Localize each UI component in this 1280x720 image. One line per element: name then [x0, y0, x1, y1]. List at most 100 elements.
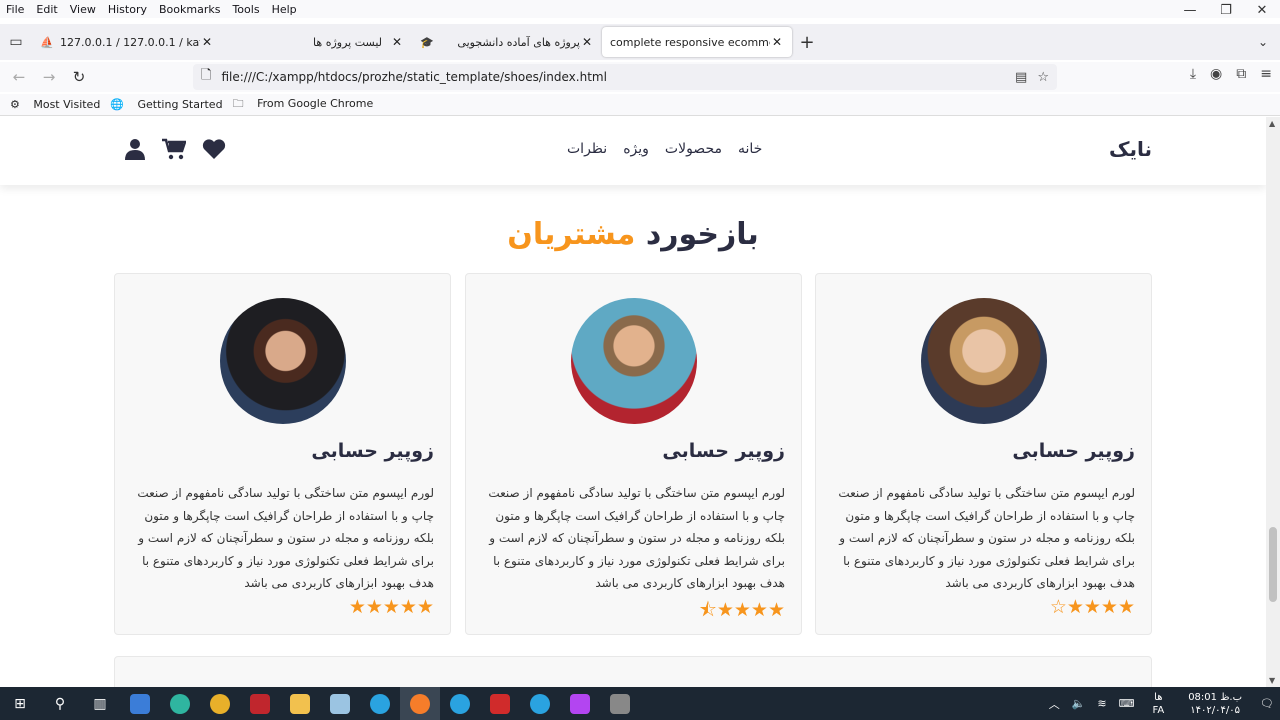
chrome-icon[interactable] — [200, 687, 240, 720]
site-nav: خانه محصولات ویژه نظرات — [567, 141, 762, 157]
reader-view-icon[interactable]: ▤ — [1015, 70, 1027, 85]
close-tab-icon[interactable]: ✕ — [580, 35, 594, 49]
hamburger-menu-icon[interactable]: ≡ — [1260, 66, 1272, 82]
menu-help[interactable]: Help — [266, 3, 303, 16]
menu-edit[interactable]: Edit — [30, 3, 63, 16]
account-icon[interactable]: ◉ — [1210, 66, 1222, 82]
nav-products[interactable]: محصولات — [665, 141, 722, 157]
app-p-icon[interactable] — [600, 687, 640, 720]
edge-icon[interactable] — [160, 687, 200, 720]
language-indicator[interactable]: ها FA — [1147, 691, 1171, 717]
next-section-card — [114, 656, 1152, 687]
tab-title: پروژه های آماده دانشجویی — [457, 35, 580, 49]
notification-icon[interactable]: 🗨 — [1260, 697, 1274, 710]
reviewer-name: زوپیر حسابی — [662, 440, 785, 462]
nav-reviews[interactable]: نظرات — [567, 141, 607, 157]
chevron-up-icon[interactable]: ︿ — [1049, 696, 1060, 712]
site-logo[interactable]: نایک — [1109, 137, 1152, 161]
tab-student-projects[interactable]: 🎓 پروژه های آماده دانشجویی ✕ — [412, 27, 602, 57]
bookmark-star-icon[interactable]: ☆ — [1037, 70, 1049, 85]
menu-bookmarks[interactable]: Bookmarks — [153, 3, 226, 16]
clock[interactable]: 08:01 ب.ظ ۱۴۰۲/۰۴/۰۵ — [1182, 691, 1248, 717]
star-rating: ★★★★⯪ — [698, 599, 785, 621]
section-title: بازخورد مشتریان — [0, 217, 1266, 252]
tab-title: لیست پروژه ها — [313, 35, 382, 49]
windows-start-icon[interactable]: ⊞ — [0, 687, 40, 720]
nav-home[interactable]: خانه — [738, 141, 762, 157]
tab-ecommerce[interactable]: complete responsive ecommerce w ✕ — [602, 27, 792, 57]
tab-phpmyadmin[interactable]: ⛵ 127.0.0.1 / 127.0.0.1 / kafemobi ✕ — [32, 27, 222, 57]
clock-time: 08:01 ب.ظ — [1188, 691, 1243, 703]
lang-code: FA — [1152, 704, 1165, 716]
page-icon: 🗋 — [201, 68, 212, 83]
new-tab-button[interactable]: + — [792, 32, 822, 53]
system-tray: ︿ 🔈 ≋ ⌨ ها FA 08:01 ب.ظ ۱۴۰۲/۰۴/۰۵ 🗨 — [1043, 687, 1280, 720]
menu-tools[interactable]: Tools — [226, 3, 265, 16]
maximize-button[interactable]: ❐ — [1208, 0, 1244, 22]
cart-icon[interactable] — [162, 138, 187, 166]
reviewer-name: زوپیر حسابی — [1012, 440, 1135, 462]
firefox-icon[interactable] — [400, 687, 440, 720]
notepad-icon[interactable] — [320, 687, 360, 720]
menu-file[interactable]: File — [0, 3, 30, 16]
telegram-icon[interactable] — [440, 687, 480, 720]
address-bar[interactable]: 🗋 file:///C:/xampp/htdocs/prozhe/static_… — [193, 64, 1057, 90]
file-explorer-icon[interactable] — [280, 687, 320, 720]
store-icon[interactable] — [120, 687, 160, 720]
download-icon[interactable]: ⤓ — [1190, 66, 1196, 82]
bookmark-label: Most Visited — [33, 98, 101, 111]
review-card: زوپیر حسابی لورم ایپسوم متن ساختگی با تو… — [114, 273, 451, 635]
scroll-down-icon[interactable]: ▼ — [1269, 676, 1275, 685]
bookmark-most-visited[interactable]: ⚙ Most Visited — [10, 98, 100, 111]
tab-title: complete responsive ecommerce w — [610, 35, 770, 49]
review-text: لورم ایپسوم متن ساختگی با تولید سادگی نا… — [488, 486, 785, 590]
title-main: بازخورد — [645, 217, 759, 252]
task-view-icon[interactable]: ▥ — [80, 687, 120, 720]
close-tab-icon[interactable]: ✕ — [200, 35, 214, 49]
review-card: زوپیر حسابی لورم ایپسوم متن ساختگی با تو… — [815, 273, 1152, 635]
back-button[interactable]: ← — [4, 68, 34, 86]
wifi-icon[interactable]: ≋ — [1097, 697, 1106, 710]
heart-icon[interactable] — [202, 138, 226, 166]
bookmark-from-chrome[interactable]: 🗀 From Google Chrome — [233, 95, 374, 114]
minimize-button[interactable]: — — [1172, 0, 1208, 22]
search-icon[interactable]: ⚲ — [40, 687, 80, 720]
extensions-icon[interactable]: ⧉ — [1236, 66, 1246, 82]
acrobat-icon[interactable] — [480, 687, 520, 720]
user-icon[interactable] — [124, 138, 146, 166]
sail-icon: ⛵ — [40, 35, 54, 49]
menu-view[interactable]: View — [64, 3, 102, 16]
telegram-icon[interactable] — [360, 687, 400, 720]
bookmark-label: From Google Chrome — [257, 97, 374, 110]
bookmark-getting-started[interactable]: 🌐 Getting Started — [110, 98, 222, 111]
nav-featured[interactable]: ویژه — [623, 141, 649, 157]
url-text[interactable]: file:///C:/xampp/htdocs/prozhe/static_te… — [221, 70, 606, 84]
forward-button[interactable]: → — [34, 68, 64, 86]
tab-bar: ▭ ⛵ 127.0.0.1 / 127.0.0.1 / kafemobi ✕ ✕… — [0, 24, 1280, 60]
menu-history[interactable]: History — [102, 3, 153, 16]
telegram-icon[interactable] — [520, 687, 560, 720]
app-red-icon[interactable] — [240, 687, 280, 720]
reviewer-name: زوپیر حسابی — [311, 440, 434, 462]
star-rating: ★★★★★ — [348, 596, 434, 618]
keyboard-icon[interactable]: ⌨ — [1119, 697, 1135, 710]
page-scrollbar[interactable]: ▲ ▼ — [1266, 117, 1280, 687]
volume-icon[interactable]: 🔈 — [1072, 697, 1086, 710]
review-text: لورم ایپسوم متن ساختگی با تولید سادگی نا… — [838, 486, 1135, 590]
tab-list-icon[interactable]: ▭ — [0, 34, 32, 50]
avatar — [220, 298, 346, 424]
bookmark-label: Getting Started — [137, 98, 223, 111]
close-tab-icon[interactable]: ✕ — [390, 35, 404, 49]
scroll-up-icon[interactable]: ▲ — [1269, 119, 1275, 128]
tab-project-list[interactable]: ✕ لیست پروژه ها — [222, 27, 412, 57]
close-tab-icon[interactable]: ✕ — [770, 35, 784, 49]
close-window-button[interactable]: ✕ — [1244, 0, 1280, 22]
chevron-down-icon[interactable]: ⌄ — [1258, 35, 1268, 49]
bookmarks-toolbar: ⚙ Most Visited 🌐 Getting Started 🗀 From … — [0, 94, 1280, 116]
phpstorm-icon[interactable] — [560, 687, 600, 720]
lang-label: ها — [1154, 691, 1163, 703]
review-card: زوپیر حسابی لورم ایپسوم متن ساختگی با تو… — [465, 273, 802, 635]
scrollbar-thumb[interactable] — [1269, 527, 1277, 602]
windows-taskbar: ⊞ ⚲ ▥ ︿ 🔈 ≋ ⌨ ها FA 08:01 ب.ظ ۱۴۰۲/۰۴/۰۵ 🗨 — [0, 687, 1280, 720]
reload-button[interactable]: ↻ — [64, 68, 94, 86]
